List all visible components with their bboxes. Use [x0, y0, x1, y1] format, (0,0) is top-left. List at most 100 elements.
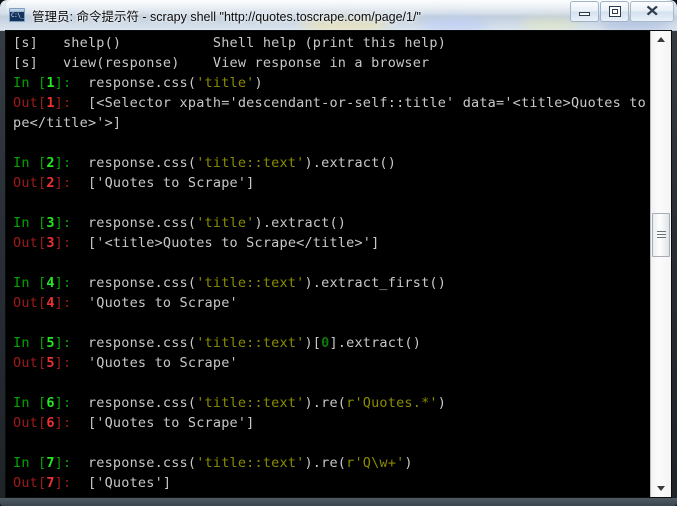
grip-icon: [657, 231, 666, 240]
terminal-in-line: In [6]: response.css('title::text').re(r…: [13, 393, 651, 413]
term-token: Out: [13, 235, 38, 251]
term-token: response.css(: [87, 395, 197, 411]
term-token: 3: [46, 215, 55, 231]
scrollbar-thumb[interactable]: [652, 213, 670, 257]
maximize-button[interactable]: [600, 1, 629, 22]
term-token: response.css(: [87, 155, 197, 171]
term-token: 7: [46, 455, 55, 471]
console-window: 管理员: 命令提示符 - scrapy shell "http://quotes…: [0, 0, 677, 506]
terminal-in-line: In [2]: response.css('title::text').extr…: [13, 153, 651, 173]
term-token: ]:: [54, 155, 80, 171]
term-token: ]:: [54, 475, 80, 491]
term-token: Out: [13, 415, 38, 431]
term-token: ]:: [54, 95, 80, 111]
terminal-help-line: [s] view(response) View response in a br…: [13, 53, 651, 73]
term-token: ]:: [54, 335, 80, 351]
term-token: [80, 75, 88, 91]
term-token: 'Quotes to Scrape': [79, 355, 238, 371]
term-token: ).extract(): [254, 215, 347, 231]
term-token: pe</title>'>]: [13, 115, 122, 131]
terminal-in-line: In [3]: response.css('title').extract(): [13, 213, 651, 233]
term-token: In: [13, 75, 38, 91]
term-token: r'Q\w+': [346, 455, 405, 471]
term-token: [s] view(response) View response in a br…: [13, 55, 430, 71]
titlebar[interactable]: 管理员: 命令提示符 - scrapy shell "http://quotes…: [0, 0, 677, 30]
term-token: 1: [46, 75, 55, 91]
term-token: 'title::text': [196, 275, 305, 291]
term-token: 1: [46, 95, 55, 111]
restore-icon: [608, 6, 621, 17]
term-token: [80, 215, 88, 231]
terminal-out-line: Out[3]: ['<title>Quotes to Scrape</title…: [13, 233, 651, 253]
term-token: ).extract(): [304, 155, 397, 171]
term-token: Out: [13, 175, 38, 191]
term-token: 'title': [196, 75, 255, 91]
minimize-button[interactable]: [570, 1, 599, 22]
term-token: 'title': [196, 215, 255, 231]
term-token: ]:: [54, 275, 80, 291]
term-token: ['<title>Quotes to Scrape</title>']: [79, 235, 380, 251]
term-token: In: [13, 455, 38, 471]
scroll-down-button[interactable]: [651, 480, 671, 497]
term-token: 4: [46, 295, 55, 311]
term-token: response.css(: [87, 215, 197, 231]
term-token: 6: [46, 415, 55, 431]
term-token: In: [13, 275, 38, 291]
window-controls: ✕: [569, 1, 674, 23]
term-token: 'title::text': [196, 455, 305, 471]
chevron-down-icon: [657, 486, 665, 491]
term-token: [80, 275, 88, 291]
close-button[interactable]: ✕: [630, 1, 674, 22]
terminal-out-line: Out[1]: [<Selector xpath='descendant-or-…: [13, 93, 651, 113]
term-token: 2: [46, 175, 55, 191]
term-token: Out: [13, 295, 38, 311]
term-token: In: [13, 335, 38, 351]
term-token: response.css(: [87, 335, 197, 351]
terminal-in-line: In [7]: response.css('title::text').re(r…: [13, 453, 651, 473]
term-token: ).re(: [304, 455, 347, 471]
term-token: response.css(: [87, 75, 197, 91]
term-token: ]:: [54, 415, 80, 431]
window-bottom-edge: [0, 498, 677, 506]
terminal-help-line: [s] shelp() Shell help (print this help): [13, 33, 651, 53]
term-token: ): [404, 455, 413, 471]
term-token: 5: [46, 355, 55, 371]
term-token: [80, 455, 88, 471]
term-token: [80, 395, 88, 411]
term-token: ].extract(): [329, 335, 422, 351]
term-token: 3: [46, 235, 55, 251]
term-token: )[: [304, 335, 322, 351]
term-token: Out: [13, 355, 38, 371]
terminal-out-line: Out[7]: ['Quotes']: [13, 473, 651, 493]
term-token: ]:: [54, 175, 80, 191]
term-token: ): [254, 75, 263, 91]
term-token: ]:: [54, 235, 80, 251]
terminal-wrapped-line: pe</title>'>]: [13, 113, 651, 133]
term-token: ['Quotes to Scrape']: [79, 175, 255, 191]
term-token: ]:: [54, 215, 80, 231]
terminal-in-line: In [4]: response.css('title::text').extr…: [13, 273, 651, 293]
term-token: ['Quotes to Scrape']: [79, 415, 255, 431]
term-token: 'Quotes to Scrape': [79, 295, 238, 311]
term-token: ]:: [54, 75, 80, 91]
term-token: 6: [46, 395, 55, 411]
terminal-out-line: Out[6]: ['Quotes to Scrape']: [13, 413, 651, 433]
term-token: 2: [46, 155, 55, 171]
vertical-scrollbar[interactable]: [650, 31, 671, 497]
terminal-in-line: In [5]: response.css('title::text')[0].e…: [13, 333, 651, 353]
scroll-up-button[interactable]: [651, 31, 671, 48]
term-token: 'title::text': [196, 395, 305, 411]
term-token: ]:: [54, 455, 80, 471]
terminal-output[interactable]: [s] shelp() Shell help (print this help)…: [6, 31, 651, 497]
term-token: [s] shelp() Shell help (print this help): [13, 35, 447, 51]
terminal-out-line: Out[4]: 'Quotes to Scrape': [13, 293, 651, 313]
term-token: ).re(: [304, 395, 347, 411]
term-token: ]:: [54, 395, 80, 411]
term-token: Out: [13, 95, 38, 111]
term-token: Out: [13, 475, 38, 491]
term-token: In: [13, 155, 38, 171]
